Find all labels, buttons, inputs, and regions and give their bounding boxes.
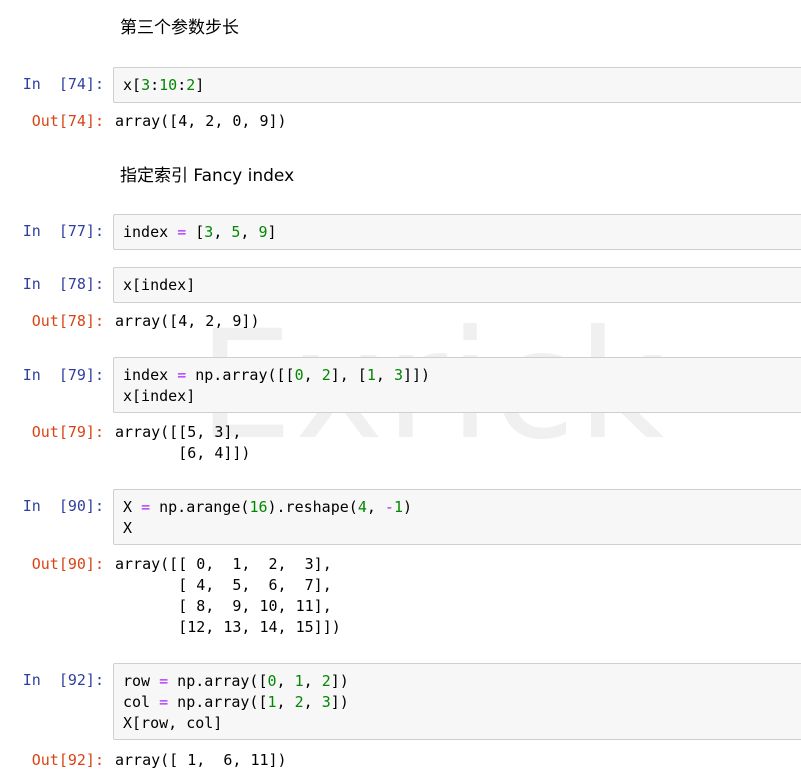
output-text-74: array([4, 2, 0, 9]) [115,112,287,130]
code-cell-79[interactable]: index = np.array([[0, 2], [1, 3]]) x[ind… [113,357,801,413]
in-prompt-92: In [92]: [22,671,104,689]
code-cell-74[interactable]: x[3:10:2] [113,67,801,103]
code-text-78: x[index] [123,276,196,294]
out-prompt-74: Out[74]: [31,112,104,130]
in-prompt-78: In [78]: [22,275,104,293]
output-text-78: array([4, 2, 9]) [115,312,260,330]
in-prompt-79: In [79]: [22,366,104,384]
code-cell-77[interactable]: index = [3, 5, 9] [113,214,801,250]
code-text-77: index = [3, 5, 9] [123,223,277,241]
code-cell-92[interactable]: row = np.array([0, 1, 2]) col = np.array… [113,663,801,740]
output-text-79: array([[5, 3], [6, 4]]) [115,423,251,462]
out-prompt-79: Out[79]: [31,423,104,441]
out-prompt-90: Out[90]: [31,555,104,573]
in-prompt-90: In [90]: [22,497,104,515]
markdown-heading-step: 第三个参数步长 [120,18,239,38]
code-text-79: index = np.array([[0, 2], [1, 3]]) x[ind… [123,366,431,405]
in-prompt-77: In [77]: [22,222,104,240]
in-prompt-74: In [74]: [22,75,104,93]
output-text-90: array([[ 0, 1, 2, 3], [ 4, 5, 6, 7], [ 8… [115,555,341,636]
out-prompt-92: Out[92]: [31,751,104,769]
code-text-74: x[3:10:2] [123,76,205,94]
markdown-heading-fancy: 指定索引 Fancy index [120,166,295,186]
code-cell-90[interactable]: X = np.arange(16).reshape(4, -1) X [113,489,801,545]
code-text-90: X = np.arange(16).reshape(4, -1) X [123,498,412,537]
code-text-92: row = np.array([0, 1, 2]) col = np.array… [123,672,349,732]
out-prompt-78: Out[78]: [31,312,104,330]
output-text-92: array([ 1, 6, 11]) [115,751,287,769]
code-cell-78[interactable]: x[index] [113,267,801,303]
